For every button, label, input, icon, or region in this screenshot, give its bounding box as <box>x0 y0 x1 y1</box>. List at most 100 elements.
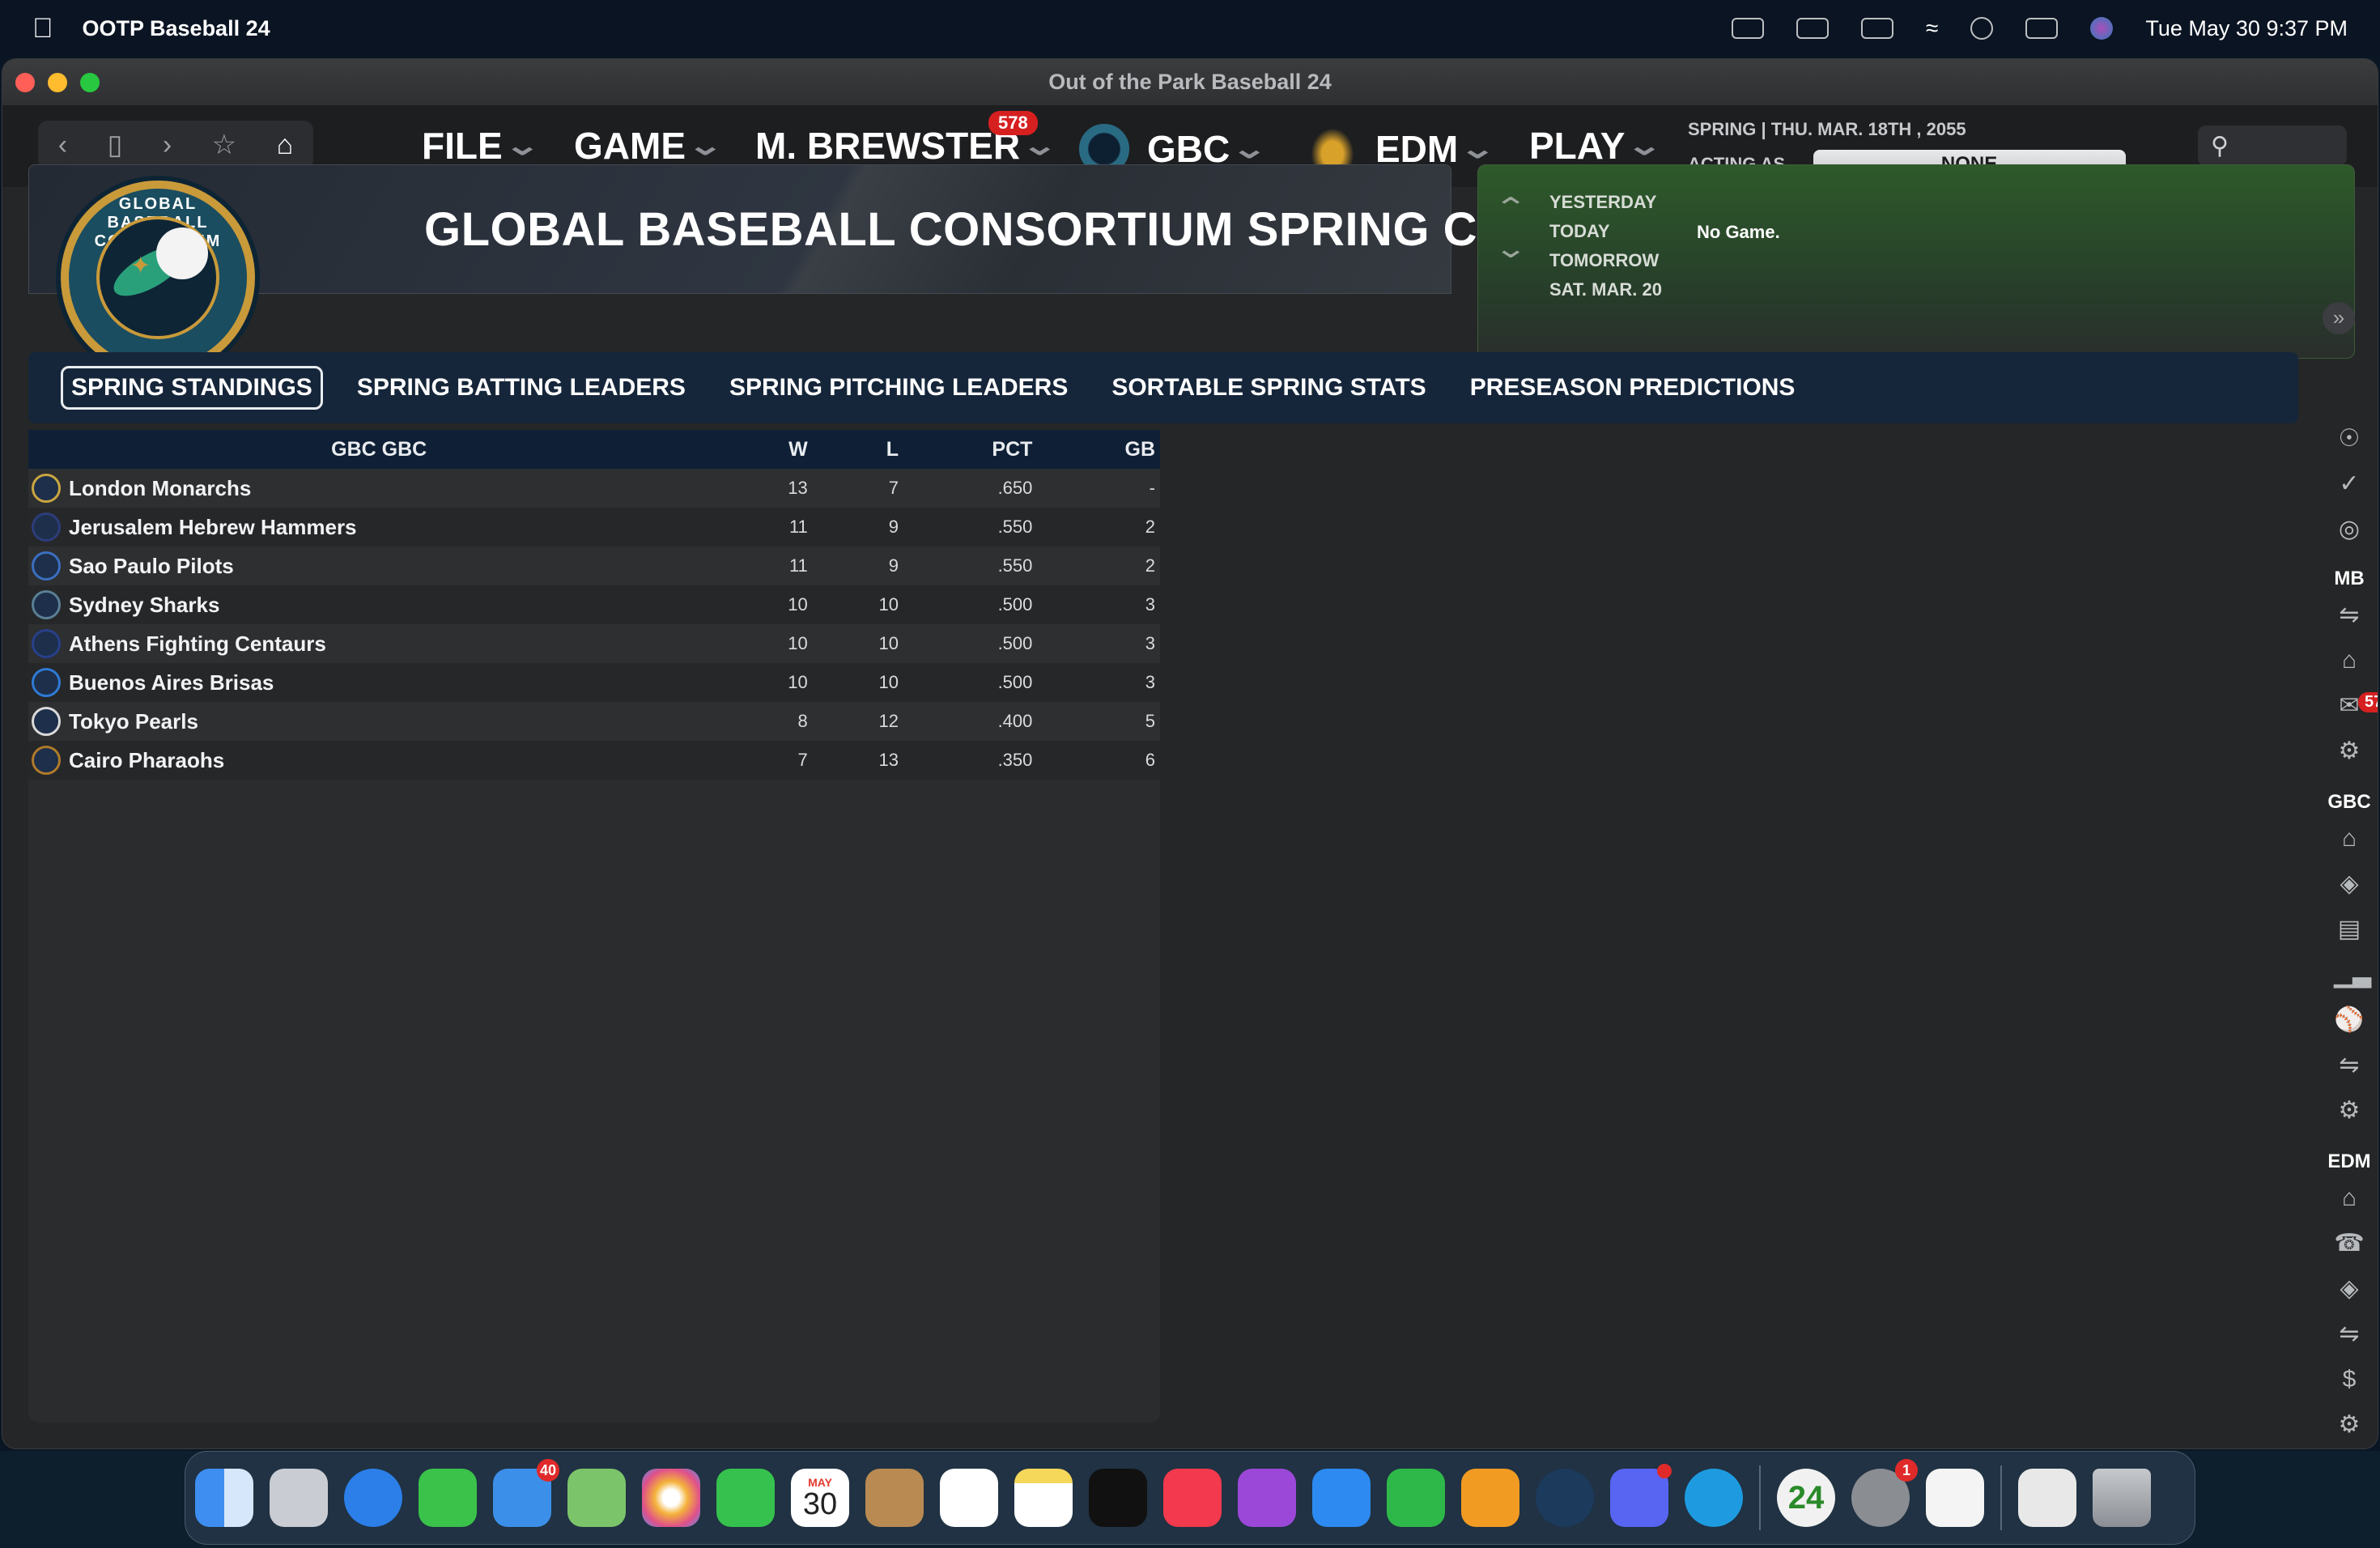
calendar-app-icon[interactable]: MAY 30 <box>791 1469 849 1527</box>
league-settings-icon[interactable]: ⚙ <box>2334 1095 2365 1126</box>
photos-app-icon[interactable] <box>642 1469 700 1527</box>
search-input[interactable]: ⚲ <box>2198 125 2347 166</box>
team-settings-icon[interactable]: ⚙ <box>2334 1410 2365 1440</box>
table-row[interactable]: Buenos Aires Brisas 10 10 .500 3 <box>28 663 1160 702</box>
team-strategy-icon[interactable]: ◈ <box>2334 1274 2365 1304</box>
globe-icon[interactable]: ◎ <box>2334 514 2365 545</box>
minimize-window-button[interactable] <box>48 72 67 92</box>
column-header-losses[interactable]: L <box>808 438 899 461</box>
forward-icon[interactable]: › <box>163 130 172 161</box>
team-name-link[interactable]: Buenos Aires Brisas <box>69 670 274 695</box>
bookmark-star-icon[interactable]: ☆ <box>212 129 236 161</box>
menubar-clock[interactable]: Tue May 30 9:37 PM <box>2145 16 2348 41</box>
safari-app-icon[interactable] <box>344 1469 402 1527</box>
league-baseball-icon[interactable]: ⚾ <box>2334 1005 2365 1036</box>
team-name-link[interactable]: Athens Fighting Centaurs <box>69 632 326 657</box>
table-row[interactable]: Cairo Pharaohs 7 13 .350 6 <box>28 741 1160 780</box>
table-row[interactable]: London Monarchs 13 7 .650 - <box>28 469 1160 508</box>
page-icon[interactable]: ▯ <box>108 129 123 161</box>
table-row[interactable]: Jerusalem Hebrew Hammers 11 9 .550 2 <box>28 508 1160 546</box>
yesterday-link[interactable]: YESTERDAY <box>1549 188 1662 217</box>
trash-icon[interactable] <box>2093 1469 2151 1527</box>
ootp-baseball-app-icon[interactable]: 24 <box>1777 1469 1835 1527</box>
menu-game[interactable]: GAME ⌄ <box>574 124 724 168</box>
system-settings-app-icon[interactable]: 1 <box>1851 1459 1918 1527</box>
app-store-app-icon[interactable] <box>1312 1469 1371 1527</box>
wifi-icon[interactable]: ≈ <box>1926 15 1938 41</box>
tab-preseason-predictions[interactable]: PRESEASON PREDICTIONS <box>1460 366 1805 410</box>
battery-icon[interactable] <box>1861 18 1893 39</box>
spotlight-search-icon[interactable] <box>1970 17 1994 40</box>
team-name-link[interactable]: London Monarchs <box>69 476 251 501</box>
maps-app-icon[interactable] <box>567 1469 626 1527</box>
team-finances-icon[interactable]: $ <box>2334 1364 2365 1395</box>
table-row[interactable]: Tokyo Pearls 8 12 .400 5 <box>28 702 1160 741</box>
active-app-name[interactable]: OOTP Baseball 24 <box>83 16 270 41</box>
textedit-app-icon[interactable] <box>1926 1469 1984 1527</box>
column-header-wins[interactable]: W <box>729 438 808 461</box>
league-stats-icon[interactable]: ▁▃ <box>2334 959 2371 990</box>
discord-app-icon[interactable] <box>1610 1464 1672 1527</box>
table-row[interactable]: Athens Fighting Centaurs 10 10 .500 3 <box>28 624 1160 663</box>
contacts-app-icon[interactable] <box>865 1469 924 1527</box>
previous-day-arrow-icon[interactable]: ⌃ <box>1494 188 1528 228</box>
team-name-link[interactable]: Tokyo Pearls <box>69 709 198 734</box>
apple-tv-app-icon[interactable] <box>1089 1469 1147 1527</box>
tomorrow-link[interactable]: TOMORROW <box>1549 246 1662 275</box>
league-transactions-icon[interactable]: ⇋ <box>2334 1050 2365 1081</box>
music-app-icon[interactable] <box>1163 1469 1222 1527</box>
facetime-app-icon[interactable] <box>716 1469 775 1527</box>
next-day-arrow-icon[interactable]: ⌄ <box>1494 228 1528 269</box>
sleep-icon[interactable] <box>1796 18 1829 39</box>
launchpad-app-icon[interactable] <box>270 1469 328 1527</box>
control-center-icon[interactable] <box>2025 18 2059 39</box>
reminders-app-icon[interactable] <box>940 1469 998 1527</box>
checkmark-icon[interactable]: ✓ <box>2334 469 2365 500</box>
league-home-icon[interactable]: ⌂ <box>2334 823 2365 854</box>
finder-app-icon[interactable] <box>195 1469 253 1527</box>
league-news-icon[interactable]: ▤ <box>2334 914 2365 945</box>
team-name-link[interactable]: Sao Paulo Pilots <box>69 554 234 579</box>
menu-file[interactable]: FILE ⌄ <box>422 124 541 168</box>
notes-app-icon[interactable] <box>1014 1469 1073 1527</box>
tab-sortable-spring-stats[interactable]: SORTABLE SPRING STATS <box>1102 366 1435 410</box>
downloads-stack-icon[interactable] <box>2018 1469 2076 1527</box>
league-standings-icon[interactable]: ◈ <box>2334 869 2365 899</box>
hint-bulb-icon[interactable]: ☉ <box>2334 423 2365 454</box>
menu-play[interactable]: PLAY ⌄ <box>1529 124 1664 168</box>
column-header-gb[interactable]: GB <box>1032 438 1160 461</box>
team-home-icon[interactable]: ⌂ <box>2334 1183 2365 1214</box>
home-icon[interactable]: ⌂ <box>277 130 294 161</box>
podcasts-app-icon[interactable] <box>1238 1469 1296 1527</box>
team-transactions-icon[interactable]: ⇋ <box>2334 1319 2365 1350</box>
column-header-team[interactable]: GBC GBC <box>28 438 729 461</box>
tab-spring-pitching-leaders[interactable]: SPRING PITCHING LEADERS <box>720 366 1077 410</box>
window-titlebar[interactable]: Out of the Park Baseball 24 <box>2 59 2378 106</box>
steam-app-icon[interactable] <box>1536 1469 1594 1527</box>
expand-panel-button[interactable]: » <box>2323 302 2355 334</box>
back-icon[interactable]: ‹ <box>58 130 67 161</box>
messages-app-icon[interactable] <box>419 1469 477 1527</box>
pages-app-icon[interactable] <box>1461 1469 1519 1527</box>
transactions-icon[interactable]: ⇋ <box>2334 600 2365 631</box>
zoom-window-button[interactable] <box>80 72 100 92</box>
numbers-app-icon[interactable] <box>1387 1469 1445 1527</box>
column-header-pct[interactable]: PCT <box>899 438 1032 461</box>
team-name-link[interactable]: Sydney Sharks <box>69 593 219 618</box>
mail-app-icon[interactable]: 40 <box>493 1459 559 1527</box>
today-link[interactable]: TODAY <box>1549 217 1662 246</box>
team-name-link[interactable]: Cairo Pharaohs <box>69 748 224 773</box>
apple-menu-icon[interactable]:  <box>32 13 53 45</box>
tab-spring-batting-leaders[interactable]: SPRING BATTING LEADERS <box>347 366 695 410</box>
table-row[interactable]: Sydney Sharks 10 10 .500 3 <box>28 585 1160 624</box>
screen-mirror-icon[interactable] <box>1732 18 1764 39</box>
close-window-button[interactable] <box>15 72 35 92</box>
team-name-link[interactable]: Jerusalem Hebrew Hammers <box>69 515 357 540</box>
siri-icon[interactable] <box>2090 17 2114 40</box>
tab-spring-standings[interactable]: SPRING STANDINGS <box>61 366 323 410</box>
table-row[interactable]: Sao Paulo Pilots 11 9 .550 2 <box>28 546 1160 585</box>
skype-app-icon[interactable] <box>1685 1469 1743 1527</box>
team-roster-icon[interactable]: ☎ <box>2334 1228 2365 1259</box>
manager-home-icon[interactable]: ⌂ <box>2334 645 2365 676</box>
manager-settings-icon[interactable]: ⚙ <box>2334 736 2365 767</box>
